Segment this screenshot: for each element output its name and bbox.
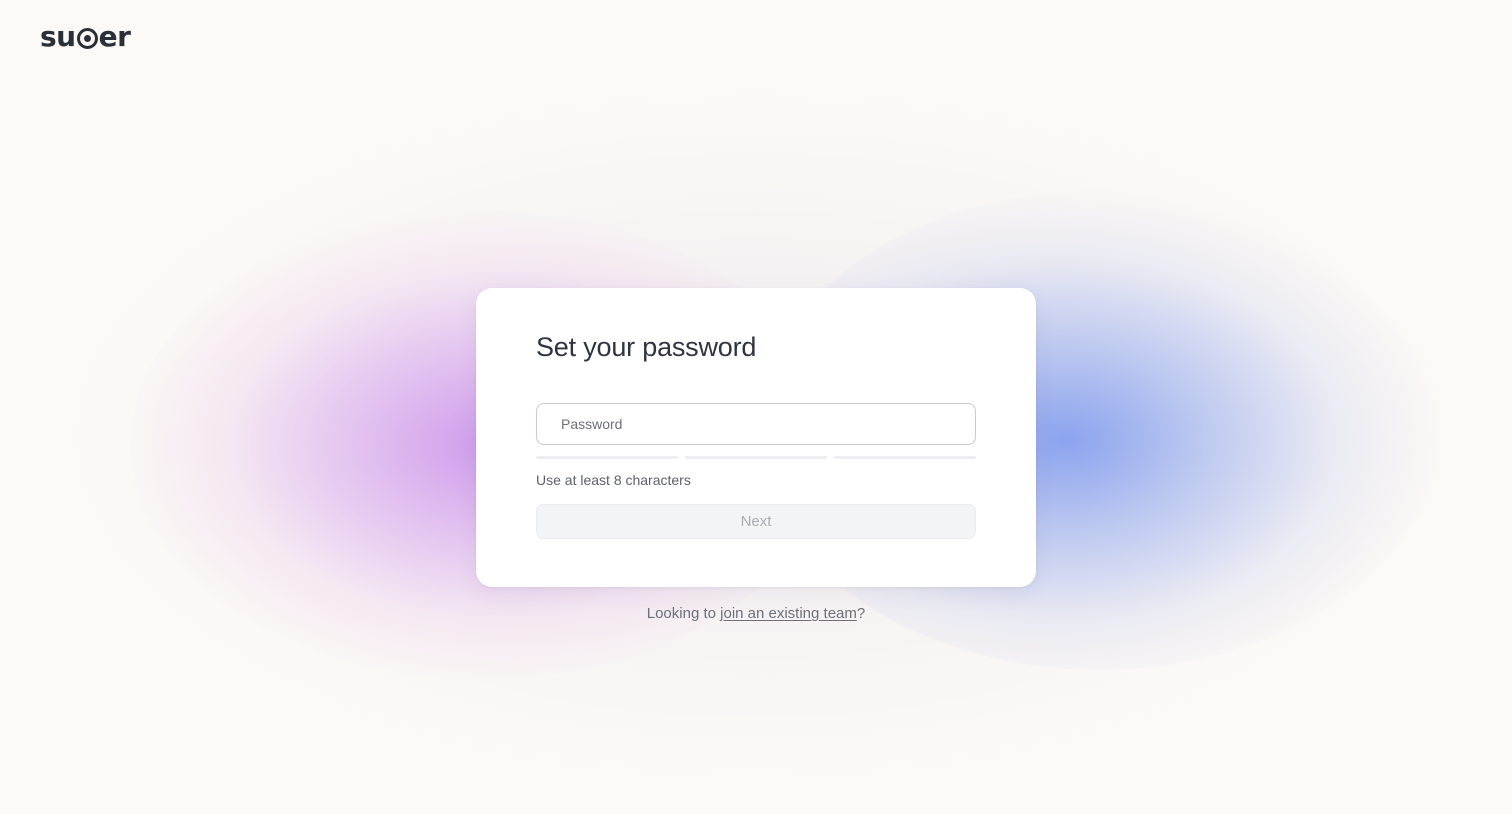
page-title: Set your password (536, 332, 757, 362)
strength-segment (834, 456, 976, 459)
logo-text-suffix: er (98, 19, 131, 53)
logo-text-prefix: su (40, 19, 76, 53)
join-team-prefix: Looking to (646, 605, 721, 622)
set-password-card: Set your password Use at least 8 charact… (476, 288, 1036, 587)
logo-p-mark-icon (76, 27, 98, 49)
password-hint: Use at least 8 characters (536, 472, 691, 488)
strength-segment (536, 456, 678, 459)
strength-segment (685, 456, 827, 459)
password-input[interactable] (536, 403, 976, 445)
join-existing-team-link[interactable]: join an existing team (720, 605, 857, 622)
join-team-suffix: ? (856, 605, 866, 622)
super-logo[interactable]: su er (40, 18, 131, 54)
password-strength-meter (536, 456, 976, 460)
next-button[interactable]: Next (536, 504, 976, 539)
join-team-prompt: Looking to join an existing team? (0, 605, 1512, 622)
